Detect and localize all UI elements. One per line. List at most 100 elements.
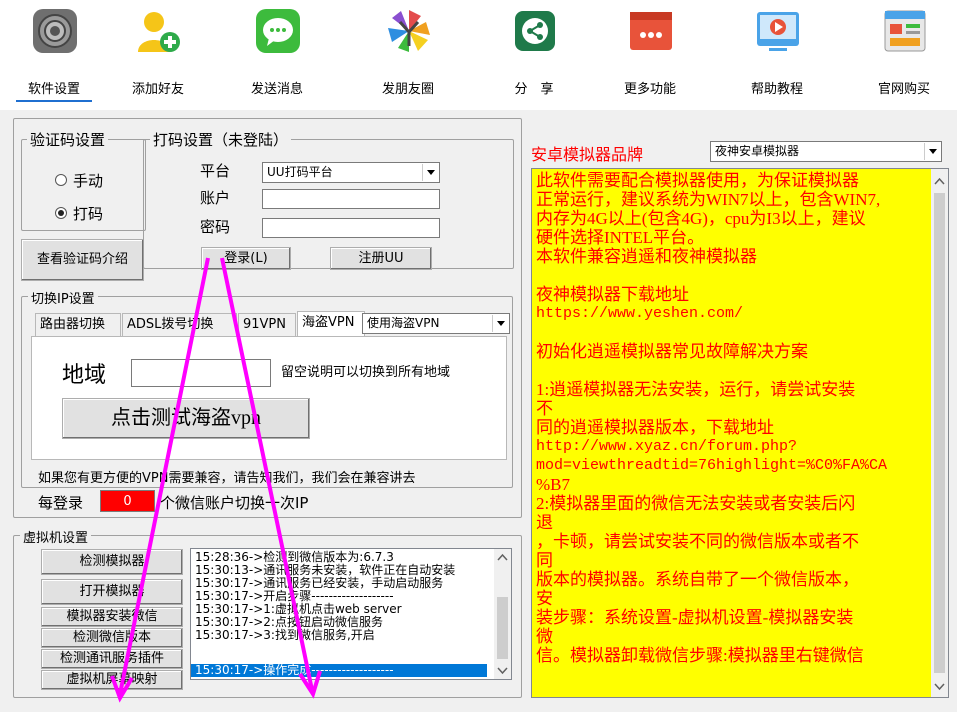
platform-label: 平台 bbox=[200, 162, 231, 180]
region-label: 地域 bbox=[62, 362, 107, 387]
share-icon bbox=[515, 11, 555, 51]
info-text-line: 微 bbox=[536, 627, 553, 646]
scroll-down-icon[interactable] bbox=[934, 683, 945, 691]
settings-gear-icon bbox=[33, 9, 77, 53]
info-text-line: 退 bbox=[536, 513, 553, 532]
tab-adsl[interactable]: ADSL拨号切换 bbox=[122, 313, 237, 337]
per-login-counter[interactable]: 0 bbox=[100, 490, 155, 512]
register-button[interactable]: 注册UU bbox=[330, 247, 432, 270]
toolbar-help-tutorial[interactable]: 帮助教程 bbox=[727, 6, 827, 102]
toolbar-label: 软件设置 bbox=[27, 82, 80, 97]
manual-radio[interactable] bbox=[55, 174, 67, 186]
password-label: 密码 bbox=[200, 218, 231, 236]
emulator-brand-value: 夜神安卓模拟器 bbox=[715, 144, 800, 158]
scroll-up-icon[interactable] bbox=[497, 553, 508, 561]
install-wechat-button[interactable]: 模拟器安装微信 bbox=[41, 607, 183, 627]
message-bubble-icon bbox=[256, 9, 300, 53]
log-scrollbar-thumb[interactable] bbox=[497, 597, 508, 659]
info-text-line: 初始化逍遥模拟器常见故障解决方案 bbox=[536, 342, 808, 361]
info-text-line: 1:逍遥模拟器无法安装，运行，请尝试安装 bbox=[536, 380, 856, 399]
test-vpn-button[interactable]: 点击测试海盗vpn bbox=[62, 398, 310, 439]
platform-value: UU打码平台 bbox=[267, 165, 333, 179]
moments-aperture-icon bbox=[388, 10, 430, 52]
chevron-down-icon bbox=[492, 315, 508, 332]
account-label: 账户 bbox=[200, 189, 231, 207]
emulator-info-box[interactable]: 此软件需要配合模拟器使用，为保证模拟器 正常运行，建议系统为WIN7以上，包含WI… bbox=[531, 168, 949, 698]
toolbar-label: 更多功能 bbox=[623, 82, 676, 97]
chevron-down-icon bbox=[422, 164, 438, 181]
scroll-down-icon[interactable] bbox=[497, 667, 508, 675]
add-friend-icon bbox=[138, 12, 180, 52]
toolbar-more-functions[interactable]: 更多功能 bbox=[600, 6, 700, 102]
chevron-down-icon bbox=[924, 143, 940, 160]
info-scrollbar[interactable] bbox=[931, 169, 948, 697]
info-text-line: 同的逍遥模拟器版本，下载地址 bbox=[536, 418, 774, 437]
toolbar-label: 添加好友 bbox=[131, 82, 184, 97]
info-text-line: ，卡顿，请尝试安装不同的微信版本或者不 bbox=[536, 532, 859, 551]
toolbar-send-message[interactable]: 发送消息 bbox=[227, 6, 327, 102]
captcha-intro-button[interactable]: 查看验证码介绍 bbox=[21, 239, 144, 281]
emulator-brand-label: 安卓模拟器品牌 bbox=[531, 145, 644, 164]
vpn-compat-note: 如果您有更方便的VPN需要兼容，请告知我们，我们会在兼容讲去 bbox=[38, 471, 416, 486]
info-text-line: 夜神模拟器下载地址 bbox=[536, 285, 689, 304]
coding-settings-title: 打码设置（未登陆） bbox=[150, 129, 292, 150]
tab-91vpn[interactable]: 91VPN bbox=[238, 313, 296, 337]
toolbar-label: 发朋友圈 bbox=[381, 82, 434, 97]
more-functions-icon bbox=[630, 12, 672, 50]
toolbar-post-moments[interactable]: 发朋友圈 bbox=[358, 6, 458, 102]
info-text-line: 同 bbox=[536, 551, 553, 570]
info-text-line: 不 bbox=[536, 399, 553, 418]
toolbar-add-friend[interactable]: 添加好友 bbox=[108, 6, 208, 102]
info-text-line: 本软件兼容逍遥和夜神模拟器 bbox=[536, 247, 757, 266]
login-button[interactable]: 登录(L) bbox=[201, 247, 291, 270]
info-text-line: 安 bbox=[536, 589, 553, 608]
captcha-settings-title: 验证码设置 bbox=[27, 129, 109, 150]
region-hint: 留空说明可以切换到所有地域 bbox=[281, 365, 451, 380]
info-text-line: 装步骤：系统设置-虚拟机设置-模拟器安装 bbox=[536, 608, 854, 627]
manual-label: 手动 bbox=[73, 172, 104, 190]
tab-router[interactable]: 路由器切换 bbox=[35, 313, 121, 337]
detect-emulator-button[interactable]: 检测模拟器 bbox=[41, 549, 183, 575]
log-line-selected[interactable]: 15:30:17->操作完成------------------- bbox=[191, 664, 487, 677]
ip-settings-title: 切换IP设置 bbox=[28, 288, 98, 307]
log-line[interactable]: 15:30:17->3:找到微信服务,开启 bbox=[195, 629, 375, 642]
auto-coding-radio[interactable] bbox=[55, 207, 67, 219]
info-text-line: 信。模拟器卸载微信步骤:模拟器里右键微信 bbox=[536, 646, 864, 665]
detect-wechat-version-button[interactable]: 检测微信版本 bbox=[41, 628, 183, 648]
vpn-select-value: 使用海盗VPN bbox=[367, 316, 440, 330]
info-text-line: 2:模拟器里面的微信无法安装或者安装后闪 bbox=[536, 494, 856, 513]
account-input[interactable] bbox=[262, 189, 440, 209]
auto-coding-label: 打码 bbox=[73, 205, 104, 223]
tab-pirate-vpn[interactable]: 海盗VPN bbox=[297, 311, 365, 337]
toolbar-label: 帮助教程 bbox=[750, 82, 803, 97]
open-emulator-button[interactable]: 打开模拟器 bbox=[41, 579, 183, 605]
scroll-up-icon[interactable] bbox=[934, 177, 945, 185]
vm-log-list[interactable]: 15:28:36->检测到微信版本为:6.7.3 15:30:13->通讯服务未… bbox=[190, 548, 512, 680]
toolbar-label: 发送消息 bbox=[250, 82, 303, 97]
per-login-prefix: 每登录 bbox=[38, 494, 84, 512]
active-tab-underline bbox=[16, 100, 92, 102]
info-text-line: mod=viewthreadtid=76highlight=%C0%FA%CA bbox=[536, 457, 888, 474]
platform-select[interactable]: UU打码平台 bbox=[262, 162, 440, 183]
log-scrollbar[interactable] bbox=[494, 549, 511, 679]
toolbar-official-purchase[interactable]: 官网购买 bbox=[854, 6, 954, 102]
info-text-line: http://www.xyaz.cn/forum.php? bbox=[536, 438, 798, 455]
vm-settings-title: 虚拟机设置 bbox=[20, 527, 92, 546]
toolbar-software-settings[interactable]: 软件设置 bbox=[4, 6, 104, 102]
info-scrollbar-thumb[interactable] bbox=[934, 193, 945, 673]
detect-service-plugin-button[interactable]: 检测通讯服务插件 bbox=[41, 649, 183, 669]
info-text-line: %B7 bbox=[536, 475, 570, 494]
toolbar-label: 分 享 bbox=[514, 82, 554, 97]
per-login-suffix: 个微信账户切换一次IP bbox=[160, 494, 309, 512]
store-purchase-icon bbox=[884, 10, 926, 52]
password-input[interactable] bbox=[262, 218, 440, 238]
vpn-select[interactable]: 使用海盗VPN bbox=[362, 313, 510, 334]
info-text-line: 正常运行，建议系统为WIN7以上，包含WIN7, bbox=[536, 190, 881, 209]
info-text-line: 硬件选择INTEL平台。 bbox=[536, 228, 705, 247]
info-text-line: 版本的模拟器。系统自带了一个微信版本， bbox=[536, 570, 859, 589]
emulator-brand-select[interactable]: 夜神安卓模拟器 bbox=[710, 141, 942, 162]
toolbar-share[interactable]: 分 享 bbox=[484, 6, 584, 102]
region-input[interactable] bbox=[131, 359, 271, 387]
screen-mirror-button[interactable]: 虚拟机屏幕映射 bbox=[41, 670, 183, 690]
info-text-line: 内存为4G以上(包含4G)，cpu为I3以上，建议 bbox=[536, 209, 866, 228]
